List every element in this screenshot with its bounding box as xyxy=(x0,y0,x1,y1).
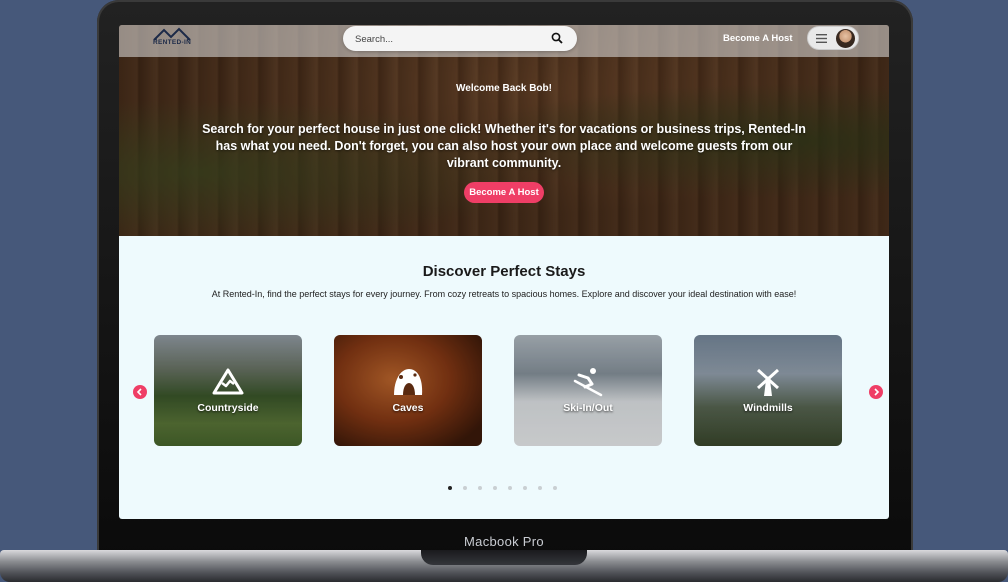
avatar xyxy=(836,29,855,48)
carousel-prev-button[interactable] xyxy=(133,385,147,399)
device-label: Macbook Pro xyxy=(464,534,544,549)
logo-text[interactable]: RENTED-IN xyxy=(153,39,191,46)
category-label: Windmills xyxy=(743,402,793,414)
laptop-notch xyxy=(421,550,587,565)
search-input[interactable] xyxy=(353,30,547,49)
carousel-dot[interactable] xyxy=(493,486,497,490)
search-bar[interactable] xyxy=(343,26,577,51)
search-icon[interactable] xyxy=(551,32,563,44)
user-menu-button[interactable] xyxy=(807,26,859,50)
cave-icon xyxy=(394,369,423,395)
navbar: RENTED-IN Become A Host xyxy=(119,25,889,57)
chevron-right-icon xyxy=(874,388,880,396)
category-card-caves[interactable]: Caves xyxy=(334,335,482,446)
windmill-icon xyxy=(756,368,780,396)
carousel-dot[interactable] xyxy=(538,486,542,490)
nav-become-host-link[interactable]: Become A Host xyxy=(723,33,793,44)
chevron-left-icon xyxy=(136,388,142,396)
category-card-windmills[interactable]: Windmills xyxy=(694,335,842,446)
hamburger-menu-icon xyxy=(816,34,827,43)
carousel-dot[interactable] xyxy=(523,486,527,490)
hero-become-host-button[interactable]: Become A Host xyxy=(464,182,544,203)
section-subtitle: At Rented-In, find the perfect stays for… xyxy=(211,289,797,299)
category-label: Ski-In/Out xyxy=(563,402,613,414)
laptop-base xyxy=(0,550,1008,582)
carousel-next-button[interactable] xyxy=(869,385,883,399)
category-card-countryside[interactable]: Countryside xyxy=(154,335,302,446)
carousel-dot[interactable] xyxy=(463,486,467,490)
welcome-message: Welcome Back Bob! xyxy=(456,83,552,94)
carousel-dot[interactable] xyxy=(553,486,557,490)
section-title: Discover Perfect Stays xyxy=(422,263,586,280)
category-label: Caves xyxy=(392,402,424,414)
carousel-dot[interactable] xyxy=(508,486,512,490)
category-card-ski-in-out[interactable]: Ski-In/Out xyxy=(514,335,662,446)
skier-icon xyxy=(573,368,603,397)
hero-description: Search for your perfect house in just on… xyxy=(202,122,806,170)
carousel-dot[interactable] xyxy=(478,486,482,490)
carousel-dot[interactable] xyxy=(448,486,452,490)
category-label: Countryside xyxy=(197,402,259,414)
category-carousel: Countryside Caves Ski-In/Out Windmills xyxy=(154,335,844,447)
browser-screen: Welcome Back Bob! Search for your perfec… xyxy=(119,25,889,519)
mountain-icon xyxy=(212,368,244,395)
